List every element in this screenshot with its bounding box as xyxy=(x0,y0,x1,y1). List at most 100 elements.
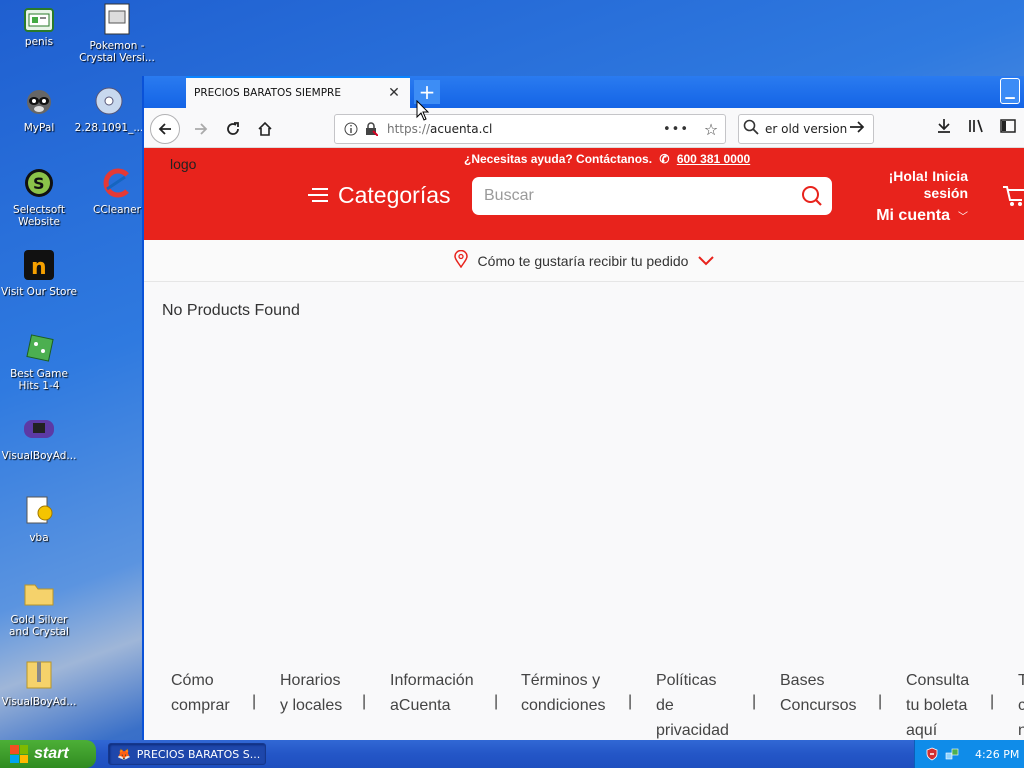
footer-link[interactable]: Consulta tu boleta aquí xyxy=(906,668,969,740)
phone-icon: ✆ xyxy=(659,152,670,166)
taskbar-window-button[interactable]: 🦊 PRECIOS BARATOS S... xyxy=(108,743,266,765)
taskbar-window-label: PRECIOS BARATOS S... xyxy=(136,747,261,761)
site-search-input[interactable] xyxy=(484,187,792,205)
footer-separator: | xyxy=(628,693,633,710)
address-bar[interactable]: https://acuenta.cl ••• ☆ xyxy=(334,114,726,144)
search-icon xyxy=(743,119,765,139)
footer-link[interactable]: Cómo comprar xyxy=(171,668,230,718)
desktop-icon-mypal[interactable]: MyPal xyxy=(0,84,78,134)
help-banner: ¿Necesitas ayuda? Contáctanos. ✆ 600 381… xyxy=(464,152,750,166)
footer-link[interactable]: Información aCuenta xyxy=(390,668,474,718)
firefox-icon: 🦊 xyxy=(117,747,131,761)
footer-separator: | xyxy=(362,693,367,710)
desktop-icon-version[interactable]: 2.28.1091_... xyxy=(70,84,148,134)
bookmark-star-icon[interactable]: ☆ xyxy=(701,119,721,139)
tab-close-icon[interactable]: ✕ xyxy=(384,83,404,103)
hamburger-icon xyxy=(308,184,328,206)
footer-link[interactable]: Horarios y locales xyxy=(280,668,342,718)
empty-results-message: No Products Found xyxy=(162,302,300,319)
image-file-icon xyxy=(24,8,54,32)
site-footer: Cómo comprar | Horarios y locales | Inform… xyxy=(144,668,1024,740)
selectsoft-logo-icon: S xyxy=(22,166,56,200)
url-text[interactable]: https://acuenta.cl xyxy=(387,122,663,136)
search-bar[interactable]: er old version xyxy=(738,114,874,144)
login-greeting[interactable]: ¡Hola! Inicia sesión xyxy=(864,168,968,202)
home-button[interactable] xyxy=(250,114,280,144)
desktop-icon-pokemon[interactable]: Pokemon - Crystal Versi... xyxy=(78,2,156,64)
library-icon[interactable] xyxy=(968,118,986,138)
lock-warning-icon[interactable] xyxy=(361,119,381,139)
help-text: ¿Necesitas ayuda? Contáctanos. xyxy=(464,152,653,166)
delivery-prompt: Cómo te gustaría recibir tu pedido xyxy=(477,252,689,269)
categories-label: Categorías xyxy=(338,181,451,208)
forward-button[interactable] xyxy=(186,114,216,144)
home-icon xyxy=(258,121,272,136)
site-header: logo ¿Necesitas ayuda? Contáctanos. ✆ 60… xyxy=(144,148,1024,240)
windows-logo-icon xyxy=(10,745,28,763)
disc-icon xyxy=(92,84,126,118)
page-actions-icon[interactable]: ••• xyxy=(663,122,689,137)
desktop-icon-vba[interactable]: vba xyxy=(0,494,78,544)
browser-tab[interactable]: PRECIOS BARATOS SIEMPRE ✕ xyxy=(186,76,410,108)
footer-link[interactable]: Términos y condiciones xyxy=(521,668,606,718)
taskbar: start 🦊 PRECIOS BARATOS S... 4:26 PM xyxy=(0,740,1024,768)
mouse-cursor-icon xyxy=(416,100,430,121)
location-pin-icon xyxy=(453,249,468,271)
footer-link[interactable]: Bases Concursos xyxy=(780,668,856,718)
desktop-icon-label: Visit Our Store xyxy=(0,286,78,298)
footer-link[interactable]: Políticas de privacidad xyxy=(656,668,729,740)
desktop-icon-gold-silver[interactable]: Gold Silver and Crystal xyxy=(0,576,78,638)
zip-folder-icon xyxy=(22,658,56,692)
dice-icon xyxy=(22,330,56,364)
desktop-icon-label: vba xyxy=(29,532,49,544)
desktop-icon-visualboy-1[interactable]: VisualBoyAd... xyxy=(0,412,78,462)
categories-menu-button[interactable]: Categorías xyxy=(308,180,451,210)
account-menu[interactable]: ¡Hola! Inicia sesión Mi cuenta ﹀ xyxy=(864,168,968,225)
sidebar-toggle-icon[interactable] xyxy=(1000,118,1016,138)
desktop-icon-label: 2.28.1091_... xyxy=(74,122,144,134)
desktop-icon-label: penis xyxy=(24,36,54,48)
footer-separator: | xyxy=(752,693,757,710)
search-icon[interactable] xyxy=(792,185,832,207)
desktop-icon-label: Best Game Hits 1-4 xyxy=(10,368,68,392)
start-button[interactable]: start xyxy=(0,740,96,768)
desktop-icon-visit-store[interactable]: n Visit Our Store xyxy=(0,248,78,298)
desktop-icon-selectsoft[interactable]: S Selectsoft Website xyxy=(0,166,78,228)
downloads-icon[interactable] xyxy=(936,118,952,138)
svg-text:S: S xyxy=(33,174,45,193)
security-shield-icon[interactable] xyxy=(925,747,939,761)
phone-link[interactable]: 600 381 0000 xyxy=(677,152,750,166)
desktop-icon-best-game-hits[interactable]: Best Game Hits 1-4 xyxy=(0,330,78,392)
chevron-down-icon xyxy=(698,253,715,269)
url-protocol: https:// xyxy=(387,122,431,136)
footer-separator: | xyxy=(878,693,883,710)
delivery-selector[interactable]: Cómo te gustaría recibir tu pedido xyxy=(144,240,1024,282)
site-logo[interactable]: logo xyxy=(170,156,196,172)
document-icon xyxy=(100,2,134,36)
desktop-icon-penis[interactable]: penis xyxy=(0,4,78,48)
start-label: start xyxy=(34,745,69,762)
info-icon[interactable] xyxy=(341,119,361,139)
footer-link[interactable]: Tcn xyxy=(1018,668,1024,740)
config-file-icon xyxy=(22,494,56,528)
minimize-button[interactable]: ▁ xyxy=(1000,78,1020,104)
svg-text:n: n xyxy=(31,255,47,280)
system-tray: 4:26 PM xyxy=(914,740,1024,768)
url-host: acuenta.cl xyxy=(430,122,493,136)
reload-button[interactable] xyxy=(218,114,248,144)
account-label[interactable]: Mi cuenta xyxy=(876,207,950,224)
search-go-arrow-icon[interactable] xyxy=(849,119,873,139)
footer-separator: | xyxy=(494,693,499,710)
search-input-text[interactable]: er old version xyxy=(765,122,849,136)
clock[interactable]: 4:26 PM xyxy=(975,748,1019,761)
cart-icon[interactable] xyxy=(1002,184,1024,212)
folder-icon xyxy=(22,576,56,610)
browser-window: PRECIOS BARATOS SIEMPRE ✕ + ▁ https://ac… xyxy=(142,76,1024,740)
desktop-icon-visualboy-2[interactable]: VisualBoyAd... xyxy=(0,658,78,708)
network-icon[interactable] xyxy=(945,747,959,761)
tab-title: PRECIOS BARATOS SIEMPRE xyxy=(194,87,341,99)
back-button[interactable] xyxy=(150,114,180,144)
desktop-icon-label: Selectsoft Website xyxy=(13,204,65,228)
store-icon: n xyxy=(22,248,56,282)
desktop-icon-label: VisualBoyAd... xyxy=(1,450,77,462)
